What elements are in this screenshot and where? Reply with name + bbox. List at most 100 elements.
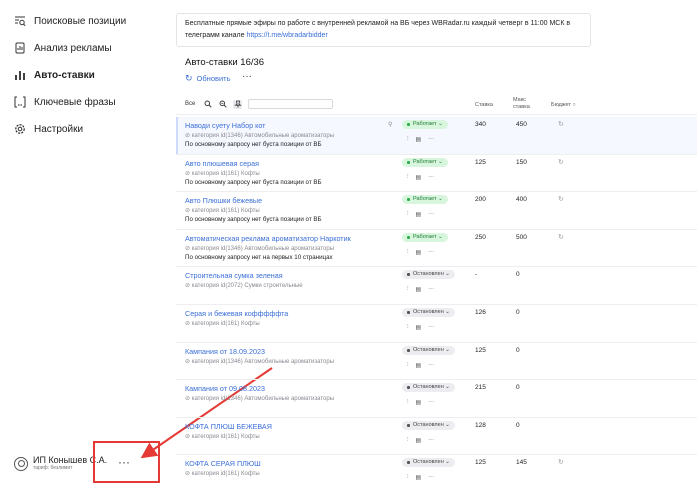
table-row[interactable]: КОФТА ПЛЮШ БЕЖЕВАЯ ⊘ категория id(161) Ко… [176, 418, 697, 455]
bid-value: 125 [475, 158, 486, 166]
chevron-down-icon: ⌄ [436, 233, 443, 240]
campaign-name-link[interactable]: Наводи суету Набор кот [185, 121, 265, 130]
filter-all[interactable]: Все [185, 101, 195, 107]
max-bid-value: 150 [516, 158, 527, 166]
column-header-bid[interactable]: Ставка [475, 102, 493, 109]
campaign-name-link[interactable]: Серая и бежевая кофффффта [185, 309, 288, 318]
sliders-icon[interactable]: ⫶ [407, 174, 409, 181]
campaign-name-link[interactable]: Автоматическая реклама ароматизатор Нарк… [185, 234, 351, 243]
more-icon[interactable]: ··· [428, 136, 434, 143]
more-icon[interactable]: ··· [428, 399, 434, 406]
search-input[interactable] [248, 99, 334, 109]
table-icon[interactable]: ▤ [416, 174, 422, 181]
table-icon[interactable]: ▤ [416, 211, 422, 218]
table-row[interactable]: Кампания от 18.09.2023 ⊘ категория id(134… [176, 343, 697, 380]
campaign-category: ⊘ категория id(1346) Автомобильные арома… [185, 132, 334, 139]
campaign-category: ⊘ категория id(2072) Сумки строительные [185, 282, 303, 289]
more-icon[interactable]: ··· [428, 174, 434, 181]
table-row[interactable]: Авто Плюшки бежевые ⊘ категория id(161) К… [176, 192, 697, 229]
table-icon[interactable]: ▤ [416, 286, 422, 293]
table-row[interactable]: Автоматическая реклама ароматизатор Нарк… [176, 230, 697, 267]
campaign-name-link[interactable]: Строительная сумка зеленая [185, 271, 283, 280]
more-icon[interactable]: ··· [428, 362, 434, 369]
pin-filter-icon[interactable] [233, 99, 243, 109]
sidebar-item-keywords[interactable]: Ключевые фразы [14, 94, 116, 110]
filter-icon[interactable] [218, 100, 227, 109]
status-badge[interactable]: Остановлен ⌄ [402, 420, 455, 430]
table-icon[interactable]: ▤ [416, 474, 422, 481]
table-icon[interactable]: ▤ [416, 249, 422, 256]
telegram-link[interactable]: https://t.me/wbradarbidder [246, 32, 327, 39]
sliders-icon[interactable]: ⫶ [407, 249, 409, 256]
sliders-icon[interactable]: ⫶ [407, 474, 409, 481]
sliders-icon[interactable]: ⫶ [407, 136, 409, 143]
more-icon[interactable]: ··· [428, 324, 434, 331]
search-icon[interactable] [203, 100, 212, 109]
sidebar-item-auto-bids[interactable]: Авто-ставки [14, 67, 95, 83]
campaign-name-link[interactable]: Авто плюшевая серая [185, 159, 259, 168]
status-badge[interactable]: Остановлен ⌄ [402, 383, 455, 393]
tag-icon: ⊘ [185, 358, 192, 365]
status-dot-icon [407, 423, 410, 427]
status-badge[interactable]: Остановлен ⌄ [402, 308, 455, 317]
status-badge[interactable]: Работает ⌄ [402, 195, 448, 205]
refresh-budget-icon[interactable]: ↻ [558, 233, 564, 241]
sliders-icon[interactable]: ⫶ [407, 399, 409, 406]
refresh-button[interactable]: ↻ Обновить [185, 73, 231, 84]
sliders-icon[interactable]: ⫶ [407, 286, 409, 293]
campaign-category-text: категория id(2072) Сумки строительные [191, 283, 303, 290]
more-icon[interactable]: ··· [428, 211, 434, 218]
table-row[interactable]: Кампания от 09.08.2023 ⊘ категория id(134… [176, 380, 697, 417]
status-badge[interactable]: Работает ⌄ [402, 232, 448, 242]
sidebar-item-ad-analysis[interactable]: Анализ рекламы [14, 40, 112, 56]
column-header-budget-label: Бюджет [551, 102, 571, 108]
status-dot-icon [407, 461, 410, 465]
more-icon[interactable]: ··· [428, 249, 434, 256]
table-row[interactable]: Строительная сумка зеленая ⊘ категория id… [176, 267, 697, 304]
table-icon[interactable]: ▤ [416, 362, 422, 369]
refresh-budget-icon[interactable]: ↻ [558, 195, 564, 203]
page-more-button[interactable]: ··· [242, 71, 252, 82]
refresh-budget-icon[interactable]: ↻ [558, 158, 564, 166]
row-actions: ⫶ ▤ ··· [407, 174, 441, 181]
sliders-icon[interactable]: ⫶ [407, 211, 409, 218]
column-header-max-bid[interactable]: Макс ставка [513, 97, 530, 111]
column-header-budget[interactable]: Бюджет ○ [551, 102, 576, 109]
sliders-icon[interactable]: ⫶ [407, 324, 409, 331]
table-icon[interactable]: ▤ [416, 437, 422, 444]
more-icon[interactable]: ··· [428, 474, 434, 481]
sliders-icon[interactable]: ⫶ [407, 362, 409, 369]
sidebar-item-settings[interactable]: Настройки [14, 121, 83, 137]
table-icon[interactable]: ▤ [416, 324, 422, 331]
status-badge[interactable]: Остановлен ⌄ [402, 345, 455, 355]
more-icon[interactable]: ··· [428, 286, 434, 293]
table-row[interactable]: Наводи суету Набор кот ⊘ категория id(134… [176, 117, 697, 154]
bid-value: 200 [475, 196, 486, 204]
sidebar-item-search-positions[interactable]: Поисковые позиции [14, 13, 126, 29]
table-row[interactable]: Авто плюшевая серая ⊘ категория id(161) К… [176, 155, 697, 192]
sidebar-item-label: Настройки [34, 123, 84, 135]
status-badge[interactable]: Остановлен ⌄ [402, 270, 455, 280]
status-badge[interactable]: Работает ⌄ [402, 120, 448, 129]
campaign-name-link[interactable]: КОФТА СЕРАЯ ПЛЮШ [185, 459, 261, 468]
pin-icon[interactable]: ⚲ [388, 121, 392, 128]
campaign-name-link[interactable]: КОФТА ПЛЮШ БЕЖЕВАЯ [185, 422, 272, 431]
table-row[interactable]: КОФТА СЕРАЯ ПЛЮШ ⊘ категория id(161) Кофт… [176, 455, 697, 485]
status-badge[interactable]: Остановлен ⌄ [402, 458, 455, 468]
more-icon[interactable]: ··· [428, 437, 434, 444]
status-badge[interactable]: Работает ⌄ [402, 157, 448, 167]
campaign-name-link[interactable]: Кампания от 09.08.2023 [185, 384, 265, 393]
campaign-name-link[interactable]: Авто Плюшки бежевые [185, 196, 262, 205]
sidebar-item-label: Анализ рекламы [34, 42, 112, 54]
refresh-budget-icon[interactable]: ↻ [558, 120, 564, 128]
table-row[interactable]: Серая и бежевая кофффффта ⊘ категория id(… [176, 305, 697, 342]
refresh-icon: ↻ [185, 73, 193, 83]
row-actions: ⫶ ▤ ··· [407, 324, 441, 331]
campaign-note: По основному запросу нет буста позиции о… [185, 178, 322, 186]
table-icon[interactable]: ▤ [416, 399, 422, 406]
row-actions: ⫶ ▤ ··· [407, 249, 441, 256]
table-icon[interactable]: ▤ [416, 136, 422, 143]
campaign-name-link[interactable]: Кампания от 18.09.2023 [185, 347, 265, 356]
refresh-budget-icon[interactable]: ↻ [558, 458, 564, 466]
sliders-icon[interactable]: ⫶ [407, 437, 409, 444]
